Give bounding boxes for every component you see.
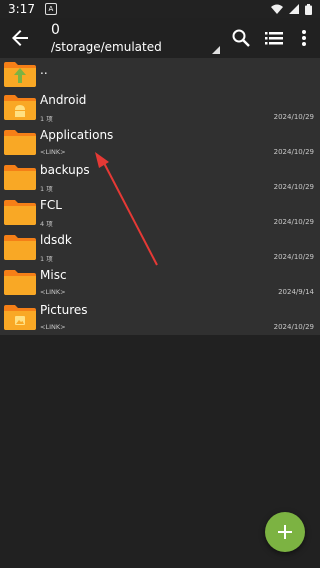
notification-icon: A — [44, 3, 57, 15]
list-item[interactable]: Pictures <LINK> 2024/10/29 — [0, 300, 320, 335]
file-detail: <LINK> — [40, 323, 66, 331]
file-name: ldsdk — [40, 233, 72, 247]
file-detail: 1 项 — [40, 255, 53, 263]
file-date: 2024/10/29 — [273, 183, 314, 191]
status-icons — [271, 3, 312, 15]
list-item[interactable]: Android 1 项 2024/10/29 — [0, 90, 320, 125]
status-time: 3:17 — [8, 2, 35, 16]
folder-android-icon — [4, 95, 36, 120]
list-item[interactable]: FCL 4 项 2024/10/29 — [0, 195, 320, 230]
file-date: 2024/10/29 — [273, 148, 314, 156]
file-date: 2024/10/29 — [273, 253, 314, 261]
add-button[interactable] — [265, 512, 305, 552]
toolbar: 0 /storage/emulated — [0, 18, 320, 58]
file-name: FCL — [40, 198, 62, 212]
file-name: Misc — [40, 268, 67, 282]
file-name: Android — [40, 93, 87, 107]
more-vert-icon[interactable] — [292, 26, 316, 50]
file-detail: <LINK> — [40, 148, 66, 156]
parent-directory-row[interactable]: .. — [0, 59, 320, 90]
list-view-icon[interactable] — [262, 26, 286, 50]
folder-icon — [4, 200, 36, 225]
file-date: 2024/10/29 — [273, 113, 314, 121]
current-path[interactable]: /storage/emulated — [51, 40, 162, 54]
file-detail: 4 项 — [40, 220, 53, 228]
signal-icon — [289, 4, 299, 14]
file-list: .. Android 1 项 2024/10/29 Applications <… — [0, 59, 320, 335]
folder-icon — [4, 235, 36, 260]
list-item[interactable]: ldsdk 1 项 2024/10/29 — [0, 230, 320, 265]
folder-picture-icon — [4, 305, 36, 330]
list-item[interactable]: Applications <LINK> 2024/10/29 — [0, 125, 320, 160]
search-icon[interactable] — [229, 26, 253, 50]
file-detail: 1 项 — [40, 185, 53, 193]
folder-icon — [4, 270, 36, 295]
file-name: Pictures — [40, 303, 88, 317]
folder-up-icon — [4, 62, 36, 87]
add-icon — [278, 525, 292, 539]
list-item[interactable]: Misc <LINK> 2024/9/14 — [0, 265, 320, 300]
list-item[interactable]: backups 1 项 2024/10/29 — [0, 160, 320, 195]
file-date: 2024/10/29 — [273, 218, 314, 226]
path-dropdown-icon[interactable] — [212, 46, 220, 54]
wifi-icon — [271, 4, 283, 14]
back-arrow-icon[interactable] — [8, 26, 32, 50]
status-bar: 3:17 A — [0, 0, 320, 18]
folder-icon — [4, 130, 36, 155]
battery-icon — [305, 3, 312, 15]
file-detail: <LINK> — [40, 288, 66, 296]
file-date: 2024/10/29 — [273, 323, 314, 331]
parent-label: .. — [40, 63, 48, 77]
item-count: 0 — [51, 22, 60, 38]
file-date: 2024/9/14 — [278, 288, 314, 296]
file-detail: 1 项 — [40, 115, 53, 123]
folder-icon — [4, 165, 36, 190]
file-name: Applications — [40, 128, 114, 142]
file-name: backups — [40, 163, 90, 177]
